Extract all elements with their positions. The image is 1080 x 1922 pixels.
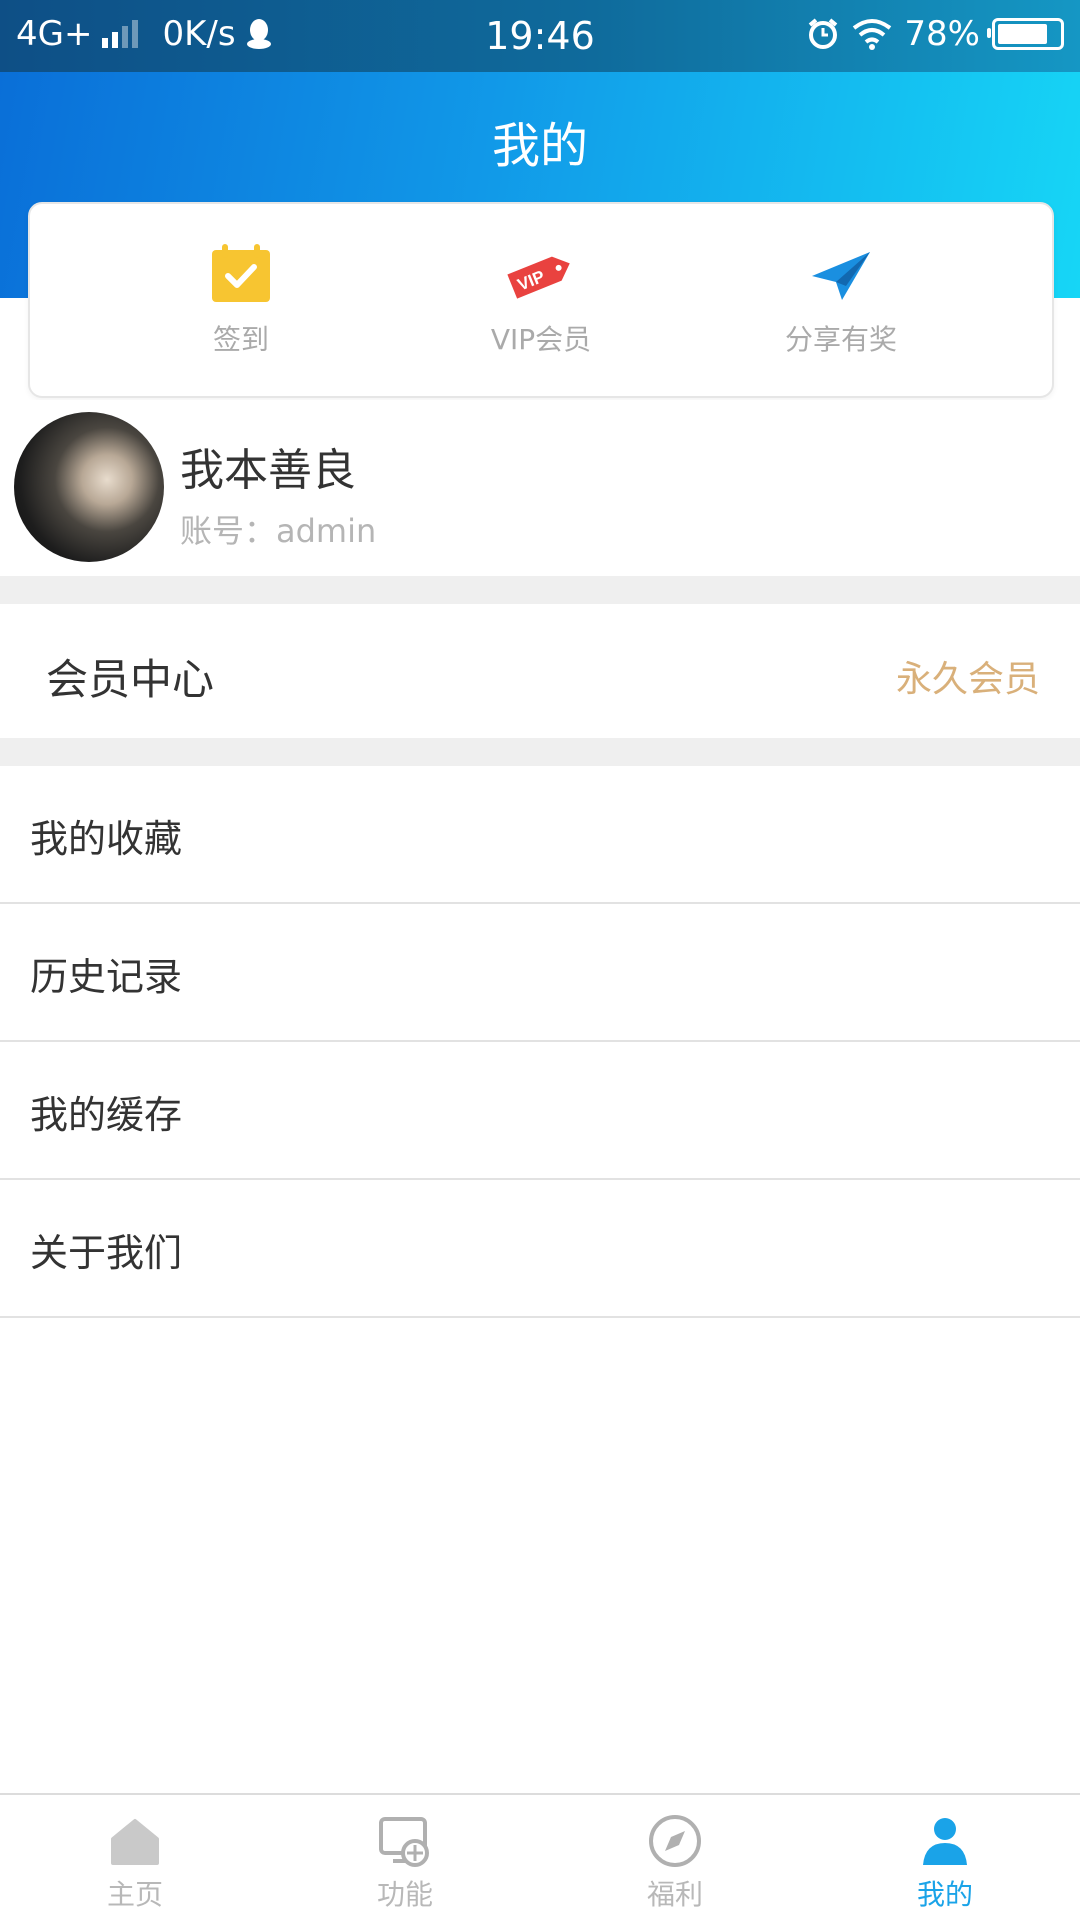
status-right: 78% [806, 14, 1064, 54]
profile-account: 账号：admin [180, 512, 377, 550]
quick-action-sign-in[interactable]: 签到 [76, 204, 406, 396]
quick-action-label: 分享有奖 [784, 323, 897, 356]
menu-item-favorites[interactable]: 我的收藏 [0, 766, 1080, 904]
nav-label: 主页 [106, 1878, 163, 1911]
member-center-row[interactable]: 会员中心 永久会员 [0, 604, 1080, 738]
menu-list: 我的收藏 历史记录 我的缓存 关于我们 [0, 766, 1080, 1318]
alarm-icon [809, 18, 838, 49]
quick-action-label: 签到 [212, 323, 269, 356]
menu-item-label: 关于我们 [30, 1231, 183, 1275]
menu-item-label: 历史记录 [30, 955, 183, 999]
section-divider [0, 576, 1080, 604]
battery-percent: 78% [904, 14, 980, 54]
calendar-check-icon [212, 244, 270, 302]
menu-item-cache[interactable]: 我的缓存 [0, 1042, 1080, 1180]
page-title: 我的 [491, 118, 588, 174]
nav-label: 功能 [376, 1878, 433, 1911]
quick-action-label: VIP会员 [490, 323, 592, 356]
menu-item-label: 我的缓存 [30, 1093, 183, 1137]
status-bar: 4G+ 0K/s 19:46 78% [0, 0, 1080, 72]
wifi-icon [853, 19, 892, 50]
nav-item-home[interactable]: 主页 [0, 1795, 270, 1922]
paper-plane-icon [812, 252, 870, 300]
vip-tag-icon: VIP [507, 256, 570, 299]
menu-item-about[interactable]: 关于我们 [0, 1180, 1080, 1318]
quick-action-vip[interactable]: VIP VIP会员 [376, 204, 706, 396]
profile-name: 我本善良 [180, 445, 356, 496]
nav-label: 我的 [916, 1878, 973, 1911]
quick-actions-card: 签到 VIP VIP会员 分享有奖 [28, 202, 1054, 398]
quick-action-share[interactable]: 分享有奖 [676, 204, 1006, 396]
battery-icon [987, 18, 1064, 50]
menu-item-history[interactable]: 历史记录 [0, 904, 1080, 1042]
home-icon [111, 1819, 159, 1865]
member-status: 永久会员 [895, 659, 1040, 700]
nav-item-welfare[interactable]: 福利 [540, 1795, 810, 1922]
member-center-label: 会员中心 [46, 655, 215, 704]
nav-item-function[interactable]: 功能 [270, 1795, 540, 1922]
menu-item-label: 我的收藏 [30, 817, 183, 861]
user-icon [923, 1818, 967, 1865]
avatar[interactable] [14, 412, 164, 562]
compass-icon [649, 1815, 701, 1867]
nav-label: 福利 [646, 1878, 703, 1911]
section-divider [0, 738, 1080, 766]
bottom-nav: 主页 功能 福利 我的 [0, 1793, 1080, 1922]
profile-section[interactable]: 我本善良 账号：admin [0, 400, 1080, 576]
nav-item-mine[interactable]: 我的 [810, 1795, 1080, 1922]
function-icon [379, 1817, 429, 1867]
